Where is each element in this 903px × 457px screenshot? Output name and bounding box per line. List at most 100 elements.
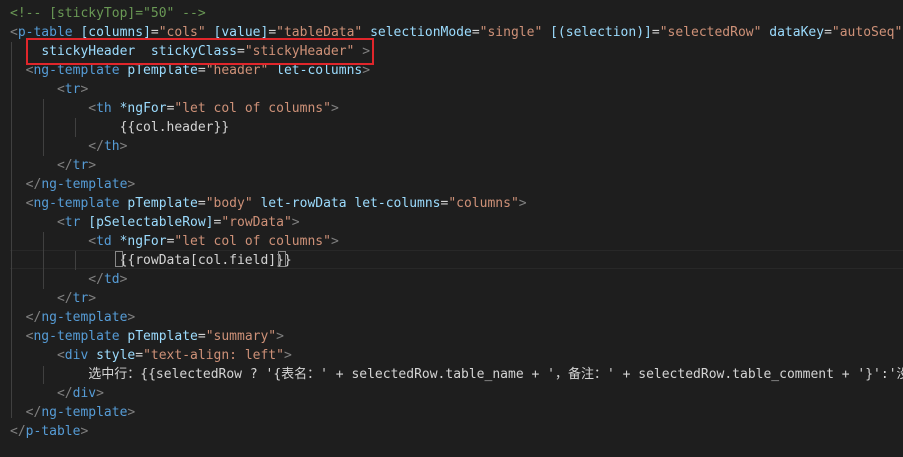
code-line: <tr [pSelectableRow]="rowData"> (10, 213, 300, 232)
code-token: < (10, 25, 18, 40)
code-token: = (824, 25, 832, 40)
code-token: > (96, 386, 104, 401)
code-token: </ (10, 424, 26, 439)
code-token: ng-template (33, 63, 120, 78)
code-token: > (119, 139, 128, 154)
code-token: > (291, 215, 300, 230)
code-line: </p-table> (10, 422, 88, 441)
code-line: <th *ngFor="let col of columns"> (10, 99, 339, 118)
code-line: </tr> (10, 156, 96, 175)
code-token: style (96, 348, 136, 363)
code-editor[interactable]: <!-- [stickyTop]="50" --> <p-table [colum… (0, 0, 903, 457)
code-line: 选中行：{{selectedRow ? '{表名：' + selectedRow… (10, 365, 903, 384)
code-token: </ (88, 139, 104, 154)
code-token: = (197, 329, 206, 344)
bracket-match-close (278, 251, 286, 267)
code-line: </th> (10, 137, 127, 156)
code-token: th (103, 139, 120, 154)
code-token: "body" (205, 196, 253, 211)
code-token: < (56, 82, 65, 97)
code-token: "rowData" (221, 215, 292, 230)
code-token: "selectedRow" (659, 25, 762, 40)
code-token: p-table (25, 424, 81, 439)
code-token: div (72, 386, 97, 401)
code-line: <td *ngFor="let col of columns"> (10, 232, 339, 251)
code-token: tr (72, 291, 89, 306)
code-token: tr (64, 215, 81, 230)
code-token: </ (56, 291, 73, 306)
code-token: "let col of columns" (174, 101, 331, 116)
code-token: </ (56, 158, 73, 173)
code-token: <!-- [stickyTop]="50" --> (10, 6, 206, 21)
code-token: > (80, 424, 89, 439)
code-token: = (471, 25, 480, 40)
code-token: > (127, 177, 136, 192)
code-line: <ng-template pTemplate="body" let-rowDat… (10, 194, 527, 213)
code-line: </ng-template> (10, 403, 136, 422)
code-token: let-columns (354, 196, 441, 211)
code-token: </ (25, 310, 42, 325)
code-token: tr (64, 82, 81, 97)
code-token: [(selection)] (550, 25, 652, 40)
code-token: 选中行：{{selectedRow ? '{表名：' + selectedRow… (10, 367, 903, 382)
code-token: pTemplate (127, 329, 198, 344)
code-token: > (362, 63, 371, 78)
code-token: </ (25, 177, 42, 192)
code-token: < (88, 101, 97, 116)
code-token: ng-template (41, 177, 128, 192)
code-line: {{rowData[col.field]}} (10, 251, 292, 270)
code-token: "header" (205, 63, 269, 78)
code-line: </ng-template> (10, 175, 136, 194)
code-token: > (276, 329, 284, 344)
code-token: td (96, 234, 112, 249)
code-token: > (127, 310, 136, 325)
code-token: pTemplate (127, 63, 198, 78)
code-line: <tr> (10, 80, 88, 99)
code-token: "autoSeq" (831, 25, 903, 40)
code-token: > (330, 234, 339, 249)
code-token: ng-template (33, 196, 120, 211)
code-line: </tr> (10, 289, 96, 308)
code-token: > (119, 272, 128, 287)
code-token: ng-template (33, 329, 120, 344)
code-token: > (80, 82, 89, 97)
code-token: div (64, 348, 89, 363)
code-line: {{col.header}} (10, 118, 230, 137)
code-token: = (197, 63, 206, 78)
code-token: </ (56, 386, 73, 401)
code-token: = (197, 196, 206, 211)
code-token: ng-template (41, 405, 128, 420)
code-token: = (651, 25, 660, 40)
code-token: *ngFor (119, 234, 167, 249)
code-token: "single" (479, 25, 543, 40)
code-line: </div> (10, 384, 104, 403)
code-token: > (518, 196, 527, 211)
code-token: "let col of columns" (174, 234, 331, 249)
code-token: td (103, 272, 120, 287)
code-token: "columns" (448, 196, 519, 211)
code-token: "text-align: left" (143, 348, 284, 363)
code-token: > (330, 101, 339, 116)
code-token: {{col.header}} (10, 120, 230, 135)
code-line: <!-- [stickyTop]="50" --> (10, 4, 206, 23)
code-token: < (56, 348, 65, 363)
code-line: <ng-template pTemplate="summary"> (10, 327, 284, 346)
